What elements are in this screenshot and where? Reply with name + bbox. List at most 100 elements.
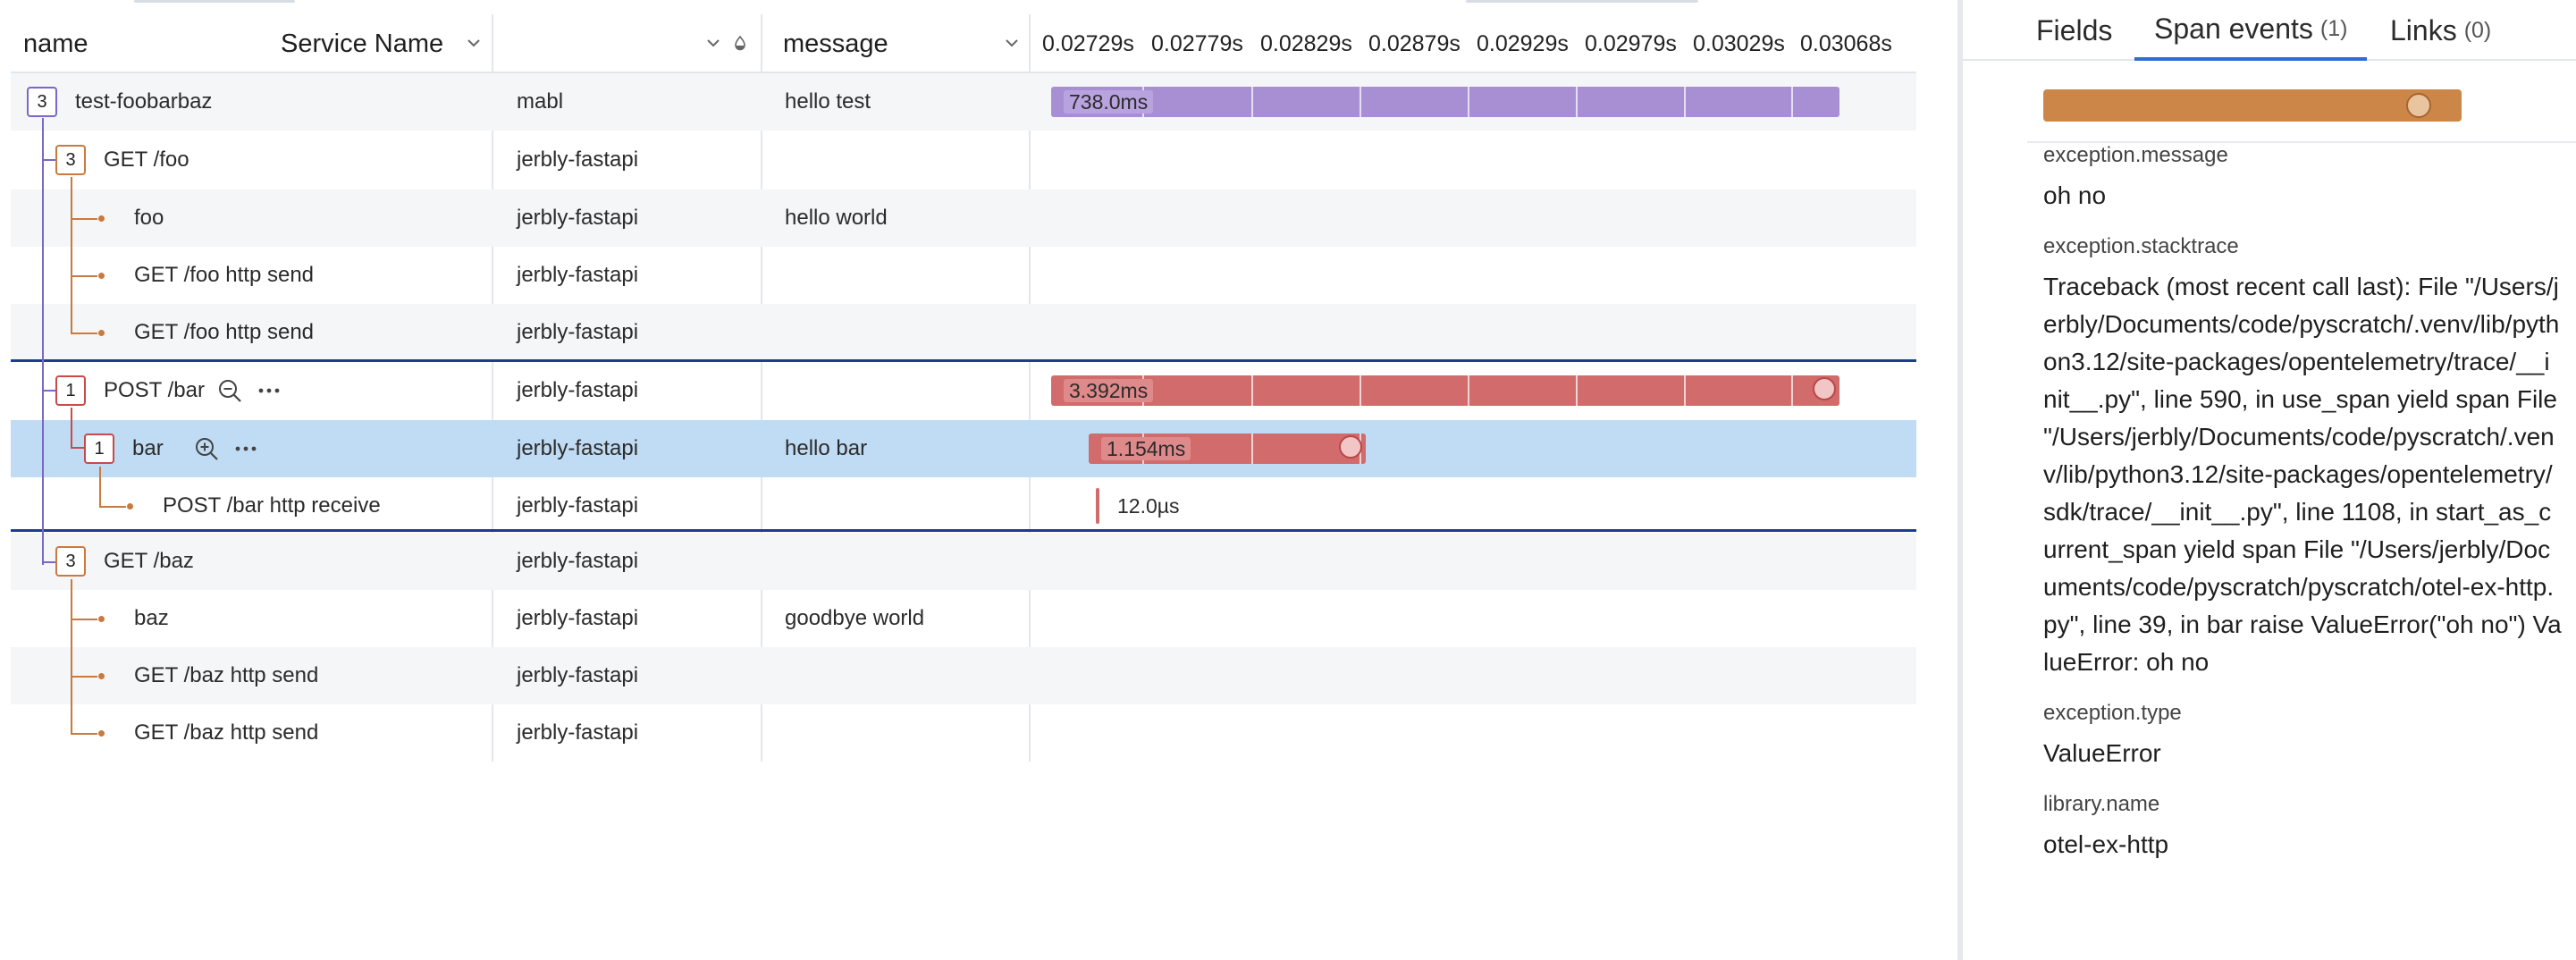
service-name: jerbly-fastapi <box>517 320 639 344</box>
attribute-item: exception.message oh no <box>2043 143 2562 215</box>
tab-count: (1) <box>2319 15 2348 41</box>
column-header-message[interactable]: message <box>783 14 888 73</box>
child-count-badge[interactable]: 1 <box>84 434 114 464</box>
bar-gridline <box>1576 375 1578 406</box>
span-name[interactable]: GET /baz http send <box>134 704 318 762</box>
service-name: jerbly-fastapi <box>517 720 639 745</box>
scroll-stub <box>134 0 295 3</box>
service-name: jerbly-fastapi <box>517 436 639 460</box>
chevron-down-icon[interactable] <box>1003 34 1021 52</box>
span-duration-label: 12.0µs <box>1117 493 1180 518</box>
span-name[interactable]: GET /foo http send <box>134 247 314 304</box>
table-row[interactable]: POST /bar http receive jerbly-fastapi 12.0… <box>11 477 1916 535</box>
table-row[interactable]: 1 POST /bar jerbly-fastapi 3.392ms <box>11 362 1916 419</box>
bar-gridline <box>1468 87 1469 117</box>
service-name: jerbly-fastapi <box>517 549 639 573</box>
column-header-label: Service Name <box>281 29 444 58</box>
column-header-service[interactable]: Service Name <box>281 14 443 73</box>
column-header-label: name <box>23 29 88 58</box>
group-separator <box>11 529 1916 532</box>
span-duration-bar[interactable]: 3.392ms <box>1051 375 1839 406</box>
chevron-down-icon[interactable] <box>465 34 483 52</box>
table-row[interactable]: 3 test-foobarbaz mabl hello test 738.0ms <box>11 73 1916 131</box>
table-row[interactable]: GET /foo http send jerbly-fastapi <box>11 247 1916 304</box>
span-name[interactable]: POST /bar http receive <box>163 477 381 535</box>
tree-connector <box>71 733 97 735</box>
chevron-down-icon[interactable] <box>704 34 722 52</box>
zoom-in-icon[interactable] <box>193 435 220 462</box>
table-row[interactable]: 3 GET /baz jerbly-fastapi <box>11 533 1916 590</box>
tab-span-events[interactable]: Span events (1) <box>2134 0 2368 61</box>
span-name[interactable]: GET /foo http send <box>134 304 314 361</box>
tree-connector <box>42 390 55 392</box>
bar-gridline <box>1684 375 1686 406</box>
tree-connector <box>42 561 55 563</box>
scroll-stub <box>1466 0 1698 3</box>
service-name: jerbly-fastapi <box>517 663 639 687</box>
span-detail-panel: Fields Span events (1) Links (0) excepti… <box>1963 0 2576 960</box>
span-name[interactable]: GET /foo <box>104 131 189 189</box>
span-name[interactable]: GET /baz http send <box>134 647 318 704</box>
tree-connector <box>99 467 101 506</box>
table-row[interactable]: 3 GET /foo jerbly-fastapi <box>11 131 1916 189</box>
child-count-badge[interactable]: 3 <box>27 87 57 117</box>
table-row[interactable]: foo jerbly-fastapi hello world <box>11 189 1916 247</box>
tab-fields[interactable]: Fields <box>2036 0 2112 61</box>
span-leaf-dot <box>98 273 105 279</box>
service-name: jerbly-fastapi <box>517 206 639 230</box>
attribute-item: exception.type ValueError <box>2043 701 2562 772</box>
span-event-timeline-bar[interactable] <box>2043 89 2462 122</box>
bar-gridline <box>1684 87 1686 117</box>
span-leaf-dot <box>98 616 105 622</box>
span-name[interactable]: bar <box>132 420 164 477</box>
timeline-tick-label: 0.02879s <box>1368 30 1461 56</box>
span-name[interactable]: baz <box>134 590 169 647</box>
zoom-out-icon[interactable] <box>216 377 243 404</box>
span-leaf-dot <box>98 730 105 737</box>
span-duration-bar[interactable] <box>1096 488 1099 524</box>
trace-table: name Service Name message 0.02729s 0.0277… <box>0 0 1957 960</box>
tab-links[interactable]: Links (0) <box>2390 0 2491 61</box>
service-name: mabl <box>517 89 564 114</box>
tree-connector <box>71 579 72 733</box>
timeline-tick-label: 0.02829s <box>1260 30 1352 56</box>
span-event-marker[interactable] <box>1813 377 1836 400</box>
more-options-icon[interactable] <box>232 435 259 462</box>
table-row[interactable]: GET /baz http send jerbly-fastapi <box>11 704 1916 762</box>
column-header-name[interactable]: name <box>23 14 88 73</box>
span-duration-bar[interactable]: 1.154ms <box>1089 434 1366 464</box>
span-message: hello bar <box>785 436 868 460</box>
table-row[interactable]: 1 bar jerbly-fastapi hello bar 1.154ms <box>11 420 1916 477</box>
table-row[interactable]: GET /baz http send jerbly-fastapi <box>11 647 1916 704</box>
span-duration-bar[interactable]: 738.0ms <box>1051 87 1839 117</box>
more-options-icon[interactable] <box>256 377 282 404</box>
table-row[interactable]: GET /foo http send jerbly-fastapi <box>11 304 1916 361</box>
service-name: jerbly-fastapi <box>517 263 639 287</box>
bar-gridline <box>1791 87 1793 117</box>
child-count-badge[interactable]: 1 <box>55 375 86 406</box>
color-drop-icon[interactable] <box>731 34 749 52</box>
tree-connector <box>71 333 97 334</box>
tree-connector <box>71 619 97 620</box>
tab-label: Links <box>2390 13 2457 46</box>
span-event-marker[interactable] <box>2406 93 2431 118</box>
service-name: jerbly-fastapi <box>517 606 639 630</box>
child-count-badge[interactable]: 3 <box>55 145 86 175</box>
span-name[interactable]: test-foobarbaz <box>75 73 212 131</box>
span-leaf-dot <box>98 215 105 222</box>
tree-connector <box>71 177 72 333</box>
span-event-marker[interactable] <box>1339 435 1362 459</box>
span-name[interactable]: GET /baz <box>104 533 194 590</box>
span-event-attributes: exception.message oh no exception.stackt… <box>2043 143 2562 883</box>
table-row[interactable]: baz jerbly-fastapi goodbye world <box>11 590 1916 647</box>
span-name[interactable]: POST /bar <box>104 362 205 419</box>
tab-label: Fields <box>2036 13 2113 46</box>
child-count-badge[interactable]: 3 <box>55 546 86 577</box>
span-name[interactable]: foo <box>134 189 164 247</box>
span-duration-label: 738.0ms <box>1064 90 1154 114</box>
attribute-item: exception.stacktrace Traceback (most rec… <box>2043 234 2562 681</box>
bar-gridline <box>1576 87 1578 117</box>
tree-connector <box>71 676 97 678</box>
span-leaf-dot <box>98 673 105 679</box>
tree-connector <box>42 118 44 565</box>
